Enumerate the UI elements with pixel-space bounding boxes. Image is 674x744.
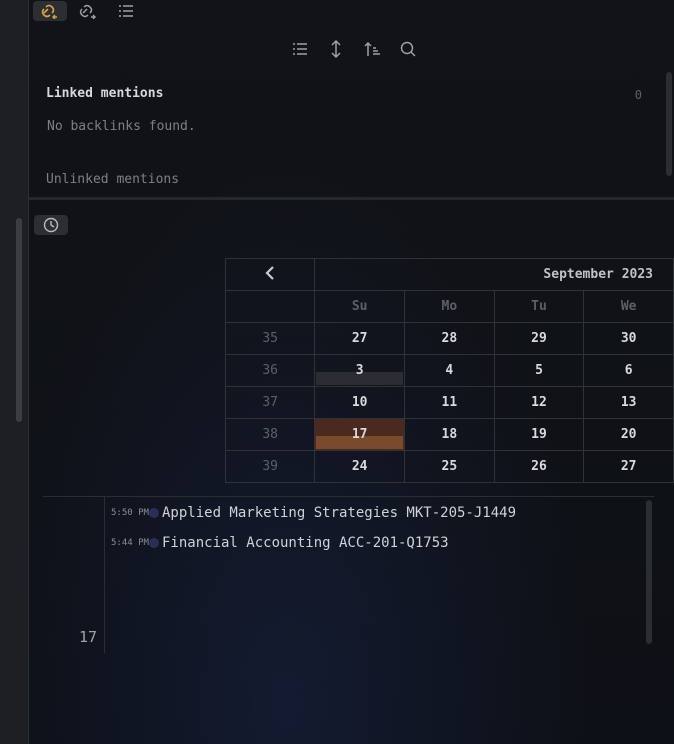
calendar-day[interactable]: 28 [404,322,495,355]
day-number: 17 [351,427,368,442]
clock-icon [43,217,59,233]
week-number[interactable]: 39 [224,450,316,483]
calendar-day[interactable]: 5 [493,354,585,387]
calendar-day[interactable]: 26 [493,450,585,483]
chevron-left-icon [265,265,274,280]
weekday-label: Mo [404,290,495,323]
note-time: 5:44 PM [111,538,149,548]
sidebar-tabs [33,0,143,22]
tab-outgoing-links[interactable] [71,1,105,21]
backlinks-toolbar [289,36,419,62]
right-sidebar: Linked mentions 0 No backlinks found. Un… [29,0,674,744]
month-title: September 2023 [314,258,674,291]
note-time: 5:50 PM [111,508,149,518]
left-ribbon [0,0,29,744]
calendar-week-row: 36 3 4 5 6 [224,354,674,387]
calendar-week-row: 39 24 25 26 27 [224,450,674,483]
day-number: 5 [535,363,543,378]
linked-mentions-heading[interactable]: Linked mentions [46,86,163,101]
day-number: 10 [351,395,368,410]
week-column-header [224,290,316,323]
week-number[interactable]: 36 [224,354,316,387]
day-number: 24 [351,459,368,474]
calendar-day[interactable]: 12 [493,386,585,419]
week-number[interactable]: 35 [224,322,316,355]
weekday-label: We [583,290,674,323]
backlinks-icon [41,4,57,19]
calendar-day[interactable]: 20 [583,418,674,451]
sort-icon [364,41,380,56]
calendar-tab[interactable] [34,215,68,235]
calendar-day[interactable]: 27 [583,450,674,483]
calendar-day[interactable]: 24 [314,450,406,483]
calendar-day[interactable]: 10 [314,386,406,419]
day-number: 19 [531,427,547,442]
day-number: 4 [445,363,454,378]
note-dot-icon [149,508,159,518]
note-list-item[interactable]: 5:44 PM Financial Accounting ACC-201-Q17… [111,535,449,551]
calendar-day[interactable]: 25 [404,450,495,483]
calendar-day[interactable]: 19 [493,418,585,451]
day-number: 30 [620,331,637,346]
calendar: September 2023 Su Mo Tu We 35 27 28 29 3… [224,258,674,483]
search-button[interactable] [397,36,419,62]
no-backlinks-message: No backlinks found. [47,119,196,134]
sort-button[interactable] [361,36,383,62]
calendar-week-row: 38 17 18 19 20 [224,418,674,451]
calendar-day[interactable]: 6 [583,354,674,387]
show-more-context-button[interactable] [325,36,347,62]
calendar-week-row: 37 10 11 12 13 [224,386,674,419]
note-list-item[interactable]: 5:50 PM Applied Marketing Strategies MKT… [111,505,516,521]
week-number[interactable]: 37 [224,386,316,419]
day-number: 13 [620,395,637,410]
outgoing-links-icon [79,4,96,19]
outline-icon [119,5,133,17]
notes-timeline [104,497,105,653]
expand-vertical-icon [331,40,341,58]
day-number: 12 [531,395,547,410]
day-number: 20 [620,427,637,442]
calendar-day-today[interactable]: 17 [314,418,406,451]
day-number: 11 [441,395,458,410]
calendar-day[interactable]: 18 [404,418,495,451]
notes-scrollbar[interactable] [646,500,652,644]
backlinks-scrollbar[interactable] [666,72,672,176]
day-number: 27 [620,459,637,474]
weekday-label: Tu [493,290,585,323]
unlinked-mentions-heading[interactable]: Unlinked mentions [46,172,179,187]
day-number: 3 [355,363,364,378]
calendar-day[interactable]: 13 [583,386,674,419]
day-number: 28 [441,331,458,346]
search-icon [400,41,416,57]
calendar-day[interactable]: 30 [583,322,674,355]
calendar-day[interactable]: 3 [314,354,406,387]
tab-outline[interactable] [109,1,143,21]
day-number: 25 [441,459,458,474]
left-scrollbar[interactable] [16,218,22,422]
day-number: 6 [624,363,633,378]
calendar-day[interactable]: 11 [404,386,495,419]
weekday-header-row: Su Mo Tu We [224,290,674,323]
collapse-results-button[interactable] [289,36,311,62]
day-number: 27 [351,331,368,346]
list-icon [293,43,307,55]
calendar-day[interactable]: 29 [493,322,585,355]
day-number: 29 [531,331,547,346]
day-number: 18 [441,427,458,442]
linked-mentions-count: 0 [634,88,642,102]
note-title[interactable]: Financial Accounting ACC-201-Q1753 [162,535,449,551]
note-title[interactable]: Applied Marketing Strategies MKT-205-J14… [162,505,516,521]
note-dot-icon [149,538,159,548]
pane-divider[interactable] [29,197,674,200]
day-number: 26 [531,459,547,474]
weekday-label: Su [314,290,406,323]
week-number[interactable]: 38 [224,418,316,451]
calendar-week-row: 35 27 28 29 30 [224,322,674,355]
selected-day-number: 17 [79,628,98,646]
calendar-day[interactable]: 4 [404,354,495,387]
notes-divider [43,496,654,497]
tab-backlinks[interactable] [33,1,67,21]
calendar-day[interactable]: 27 [314,322,406,355]
previous-month-button[interactable] [224,258,316,291]
